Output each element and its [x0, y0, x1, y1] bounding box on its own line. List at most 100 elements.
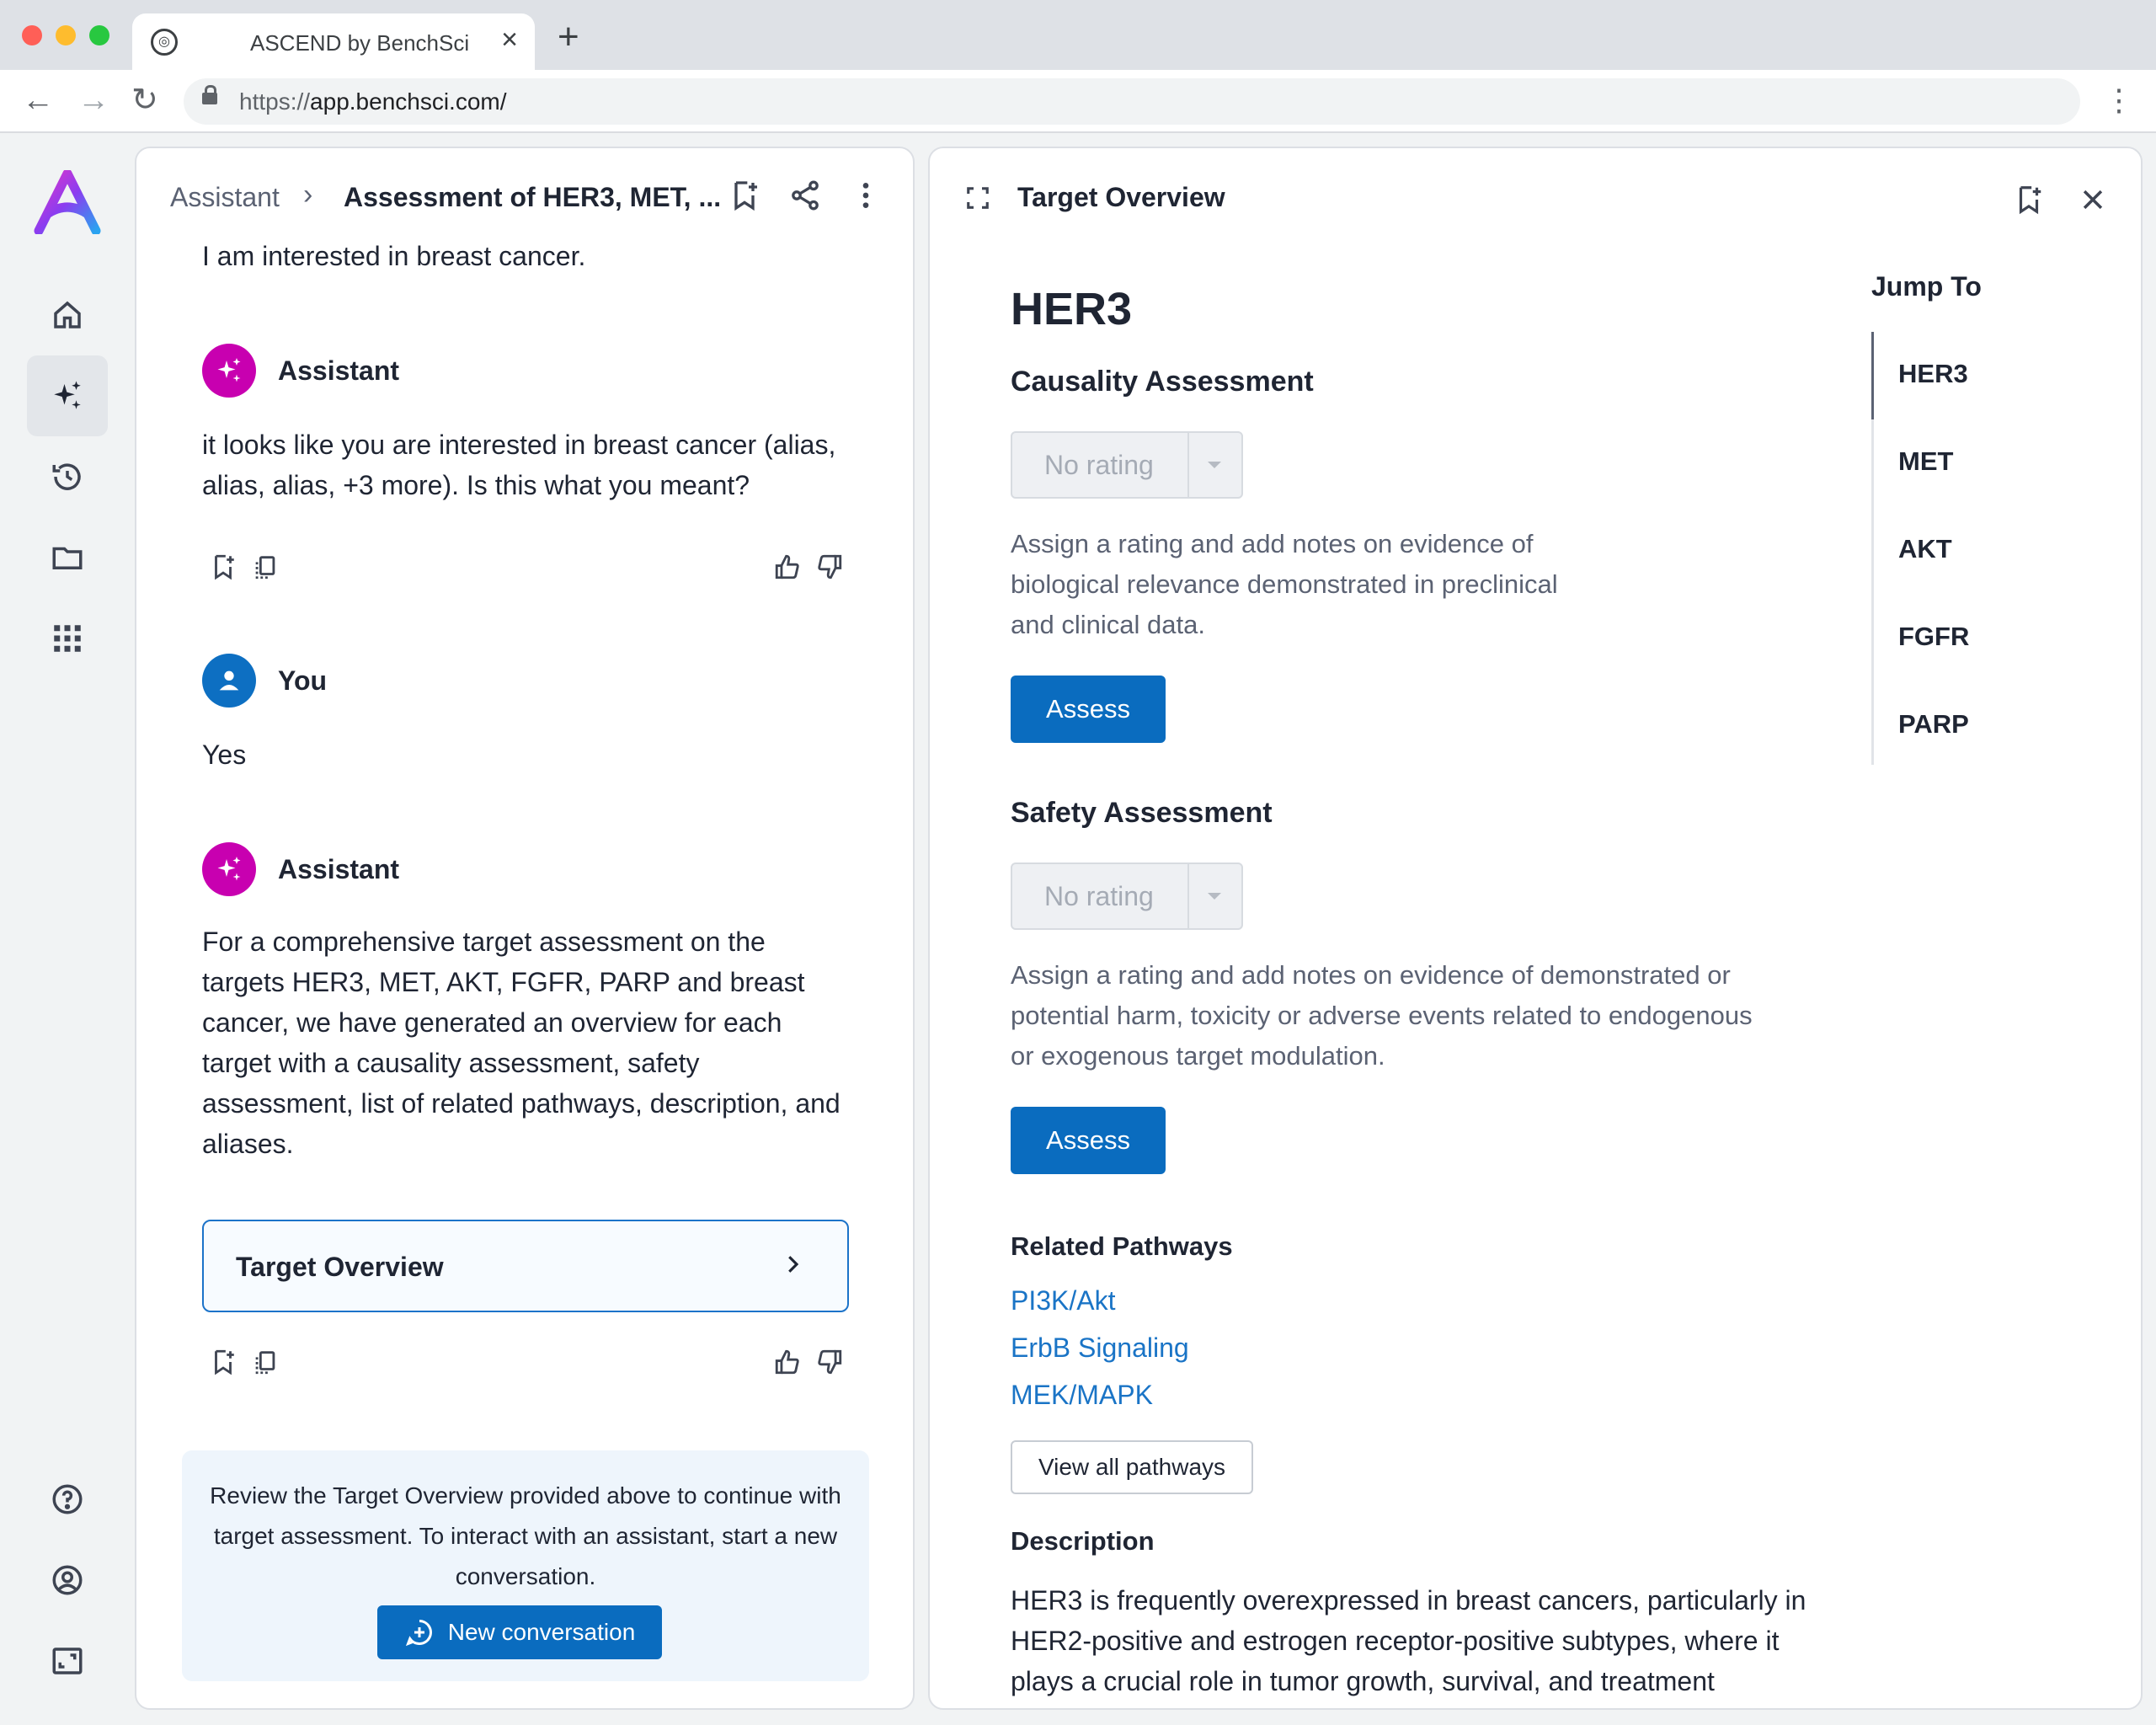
share-icon[interactable]	[788, 179, 822, 212]
new-chat-icon	[405, 1620, 432, 1647]
causality-rating-select[interactable]: No rating	[1011, 431, 1243, 499]
bookmark-add-icon[interactable]	[209, 553, 237, 581]
nav-help[interactable]	[27, 1459, 108, 1540]
target-overview-card[interactable]: Target Overview	[202, 1220, 849, 1312]
window-minimize-button[interactable]	[56, 25, 76, 45]
breadcrumb-assistant-link[interactable]: Assistant	[170, 182, 280, 213]
assistant-avatar	[202, 344, 256, 398]
safety-heading: Safety Assessment	[1011, 797, 1273, 829]
panel-title: Target Overview	[1017, 182, 1225, 212]
breadcrumb-separator-icon: ›	[303, 179, 313, 211]
caret-down-icon	[1208, 462, 1221, 468]
new-conversation-label: New conversation	[447, 1619, 636, 1645]
safety-assess-button[interactable]: Assess	[1011, 1107, 1166, 1174]
message-text: I am interested in breast cancer.	[202, 241, 586, 271]
jump-to-fgfr[interactable]: FGFR	[1898, 622, 1969, 652]
safety-rating-select[interactable]: No rating	[1011, 862, 1243, 930]
bookmark-add-icon[interactable]	[2013, 184, 2045, 216]
jump-to-title: Jump To	[1871, 271, 1982, 302]
sender-name: Assistant	[278, 854, 400, 884]
nav-history[interactable]	[27, 436, 108, 517]
back-icon[interactable]: ←	[22, 82, 54, 119]
sparkle-icon	[217, 857, 241, 881]
conversation-title: Assessment of HER3, MET, ...	[344, 182, 722, 212]
help-icon	[52, 1484, 83, 1514]
url-field[interactable]: https://app.benchsci.com/	[184, 78, 2080, 125]
nav-account[interactable]	[27, 1540, 108, 1621]
jump-to-akt[interactable]: AKT	[1898, 534, 1952, 564]
window-zoom-button[interactable]	[89, 25, 109, 45]
notice-text: Review the Target Overview provided abov…	[210, 1482, 841, 1589]
causality-rating-value: No rating	[1044, 450, 1154, 480]
thumbs-up-icon[interactable]	[773, 1348, 802, 1376]
fullscreen-icon[interactable]	[965, 185, 990, 211]
nav-apps[interactable]	[27, 598, 108, 679]
safety-description: Assign a rating and add notes on evidenc…	[1011, 960, 1753, 1071]
causality-assess-button[interactable]: Assess	[1011, 676, 1166, 743]
history-icon	[52, 463, 81, 490]
copy-icon[interactable]	[251, 1348, 280, 1376]
sender-name: Assistant	[278, 355, 400, 386]
thumbs-down-icon[interactable]	[815, 1348, 844, 1376]
bookmark-add-icon[interactable]	[209, 1348, 237, 1376]
jump-to-active-indicator	[1871, 332, 1874, 419]
rating-divider	[1187, 433, 1189, 497]
assistant-avatar	[202, 842, 256, 896]
new-tab-icon[interactable]: +	[558, 19, 579, 56]
target-overview-card-label: Target Overview	[236, 1252, 444, 1282]
chat-panel: Assistant › Assessment of HER3, MET, ...…	[135, 147, 915, 1710]
target-overview-panel: Target Overview HER3 Causality Assessmen…	[928, 147, 2143, 1710]
user-avatar	[202, 654, 256, 708]
nav-assistant[interactable]	[27, 355, 108, 436]
view-all-pathways-button[interactable]: View all pathways	[1011, 1440, 1253, 1494]
more-options-icon[interactable]	[849, 179, 883, 212]
lock-icon	[202, 85, 217, 104]
rating-divider	[1187, 864, 1189, 928]
ascend-logo[interactable]	[32, 170, 103, 234]
thumbs-down-icon[interactable]	[815, 553, 844, 581]
address-bar-row: ← → ↻ https://app.benchsci.com/ ⋮	[0, 70, 2156, 133]
url-scheme: https://	[239, 88, 311, 115]
browser-menu-icon[interactable]: ⋮	[2104, 85, 2134, 115]
tab-close-icon[interactable]: ×	[501, 25, 518, 54]
browser-tab-bar: ◎ ASCEND by BenchSci × +	[0, 0, 2156, 70]
causality-heading: Causality Assessment	[1011, 366, 1314, 398]
folder-icon	[52, 547, 83, 569]
tab-title: ASCEND by BenchSci	[250, 30, 470, 56]
jump-to-parp[interactable]: PARP	[1898, 709, 1969, 740]
new-conversation-button[interactable]: New conversation	[377, 1605, 662, 1659]
forward-icon[interactable]: →	[77, 82, 109, 119]
jump-to-her3[interactable]: HER3	[1898, 359, 1968, 389]
url-text: https://app.benchsci.com/	[239, 88, 507, 115]
thumbs-up-icon[interactable]	[773, 553, 802, 581]
site-favicon-icon: ◎	[151, 29, 178, 56]
pathways-heading: Related Pathways	[1011, 1231, 1233, 1261]
nav-home[interactable]	[27, 275, 108, 355]
chevron-right-icon	[788, 1256, 799, 1273]
person-icon	[219, 670, 239, 691]
bookmark-add-icon[interactable]	[728, 179, 761, 212]
nav-projects[interactable]	[27, 517, 108, 598]
causality-description: Assign a rating and add notes on evidenc…	[1011, 529, 1558, 639]
conversation-notice: Review the Target Overview provided abov…	[182, 1450, 869, 1681]
sparkle-icon	[54, 381, 81, 409]
safety-rating-value: No rating	[1044, 881, 1154, 911]
pathway-link[interactable]: ErbB Signaling	[1011, 1332, 1189, 1364]
jump-to-met[interactable]: MET	[1898, 446, 1953, 477]
copy-icon[interactable]	[251, 553, 280, 581]
caret-down-icon	[1208, 893, 1221, 900]
pathway-link[interactable]: PI3K/Akt	[1011, 1285, 1116, 1316]
nav-expand[interactable]	[27, 1621, 108, 1701]
reload-icon[interactable]: ↻	[131, 82, 158, 119]
window-close-button[interactable]	[22, 25, 42, 45]
browser-tab[interactable]: ◎ ASCEND by BenchSci ×	[132, 13, 535, 70]
message-text: For a comprehensive target assessment on…	[202, 927, 841, 1159]
sparkle-icon	[217, 358, 241, 382]
sidebar	[0, 133, 135, 1725]
description-heading: Description	[1011, 1526, 1155, 1556]
apps-grid-icon	[54, 625, 81, 652]
target-name: HER3	[1011, 284, 1133, 334]
account-icon	[52, 1565, 83, 1595]
pathway-link[interactable]: MEK/MAPK	[1011, 1380, 1153, 1411]
close-icon[interactable]	[2079, 185, 2107, 214]
